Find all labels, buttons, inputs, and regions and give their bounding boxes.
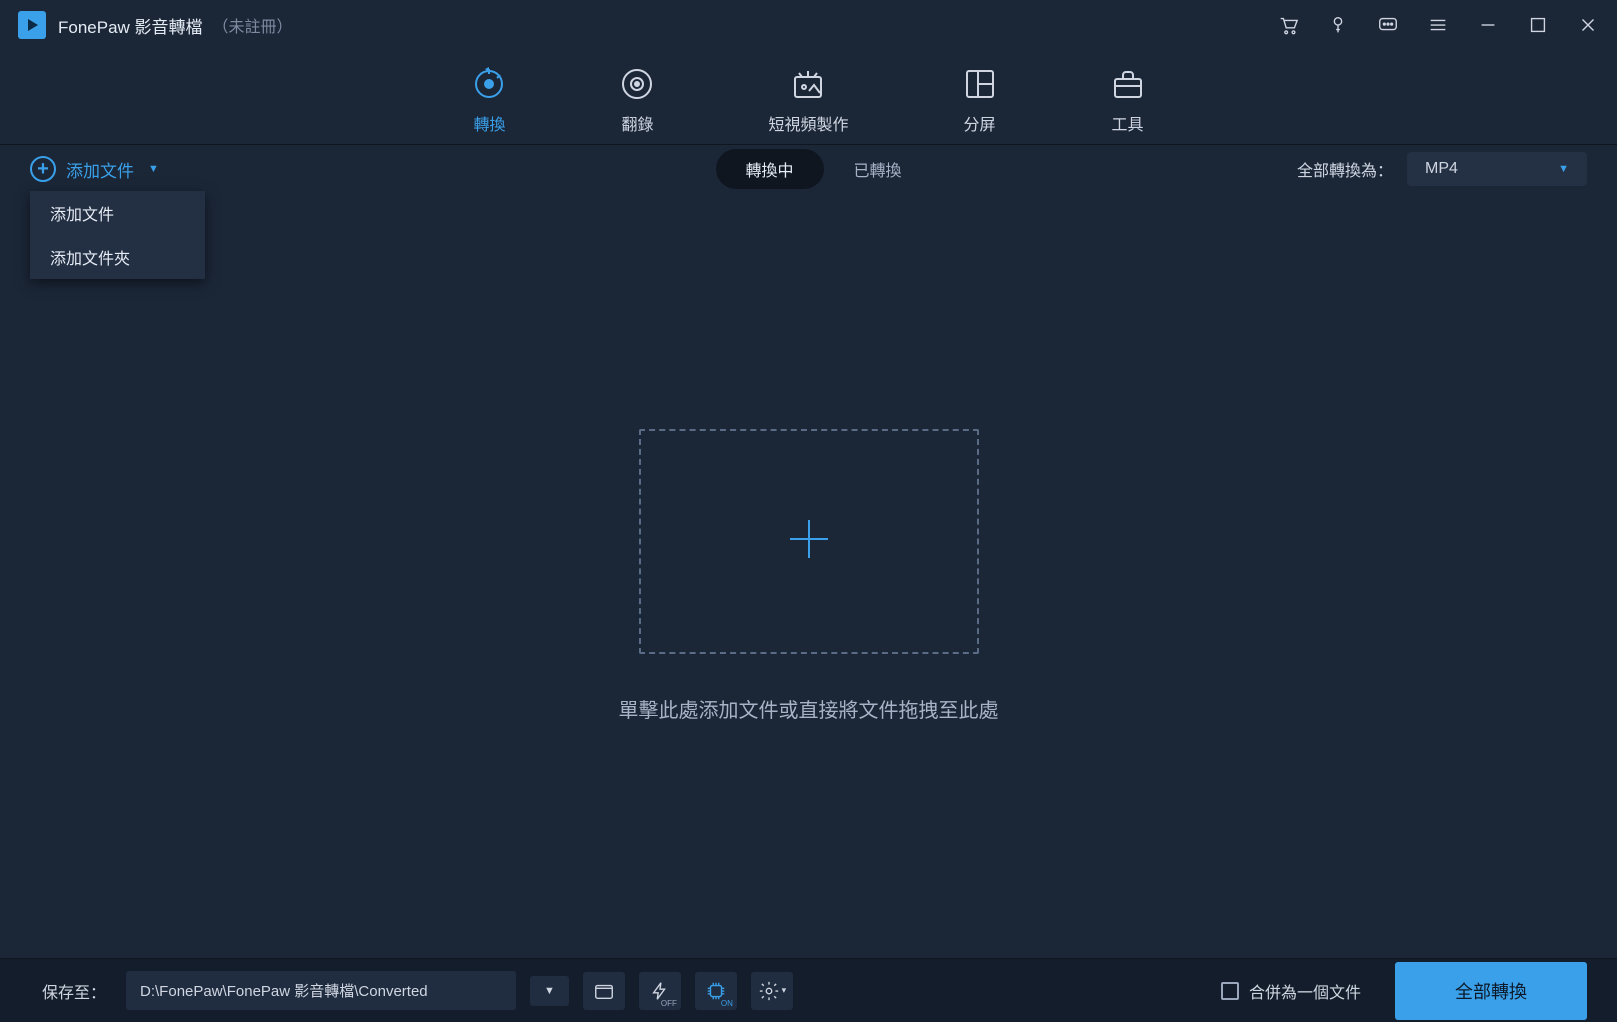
- tab-toolbox-label: 工具: [1111, 111, 1143, 135]
- tab-collage[interactable]: 分屏: [951, 59, 1009, 135]
- status-segment: 轉換中 已轉換: [715, 149, 901, 189]
- gpu-on-button[interactable]: ON: [695, 972, 737, 1010]
- add-file-label: 添加文件: [66, 157, 134, 182]
- toolbar: + 添加文件 ▼ 添加文件 添加文件夾 轉換中 已轉換 全部轉換為： MP4 ▼: [0, 145, 1617, 193]
- save-path-dropdown[interactable]: ▼: [530, 976, 569, 1006]
- tab-convert-label: 轉換: [473, 111, 505, 135]
- tab-convert[interactable]: 轉換: [460, 59, 518, 135]
- save-to-label: 保存至：: [42, 979, 106, 1003]
- bottom-bar: 保存至： D:\FonePaw\FonePaw 影音轉檔\Converted ▼…: [0, 958, 1617, 1022]
- open-folder-button[interactable]: [583, 972, 625, 1010]
- registration-status: （未註冊）: [213, 13, 293, 37]
- app-logo: [18, 11, 46, 39]
- tab-collage-label: 分屏: [963, 111, 995, 135]
- plus-circle-icon: +: [30, 156, 56, 182]
- mv-icon: [791, 67, 825, 101]
- dropdown-add-folder[interactable]: 添加文件夾: [30, 235, 205, 279]
- chevron-down-icon: ▼: [148, 163, 159, 175]
- rip-icon: [620, 67, 654, 101]
- main-nav: 轉換 翻錄 短視頻製作 分屏 工具: [0, 50, 1617, 145]
- cart-icon[interactable]: [1277, 14, 1299, 36]
- tab-mv[interactable]: 短視頻製作: [756, 59, 860, 135]
- save-path-field[interactable]: D:\FonePaw\FonePaw 影音轉檔\Converted: [126, 971, 516, 1010]
- main-area: 單擊此處添加文件或直接將文件拖拽至此處: [0, 193, 1617, 958]
- drop-hint: 單擊此處添加文件或直接將文件拖拽至此處: [619, 694, 999, 723]
- format-select[interactable]: MP4 ▼: [1407, 152, 1587, 186]
- hw-accel-off-button[interactable]: OFF: [639, 972, 681, 1010]
- chevron-down-icon: ▼: [1558, 163, 1569, 175]
- settings-button[interactable]: ▾: [751, 972, 793, 1010]
- format-label: 全部轉換為：: [1297, 157, 1393, 181]
- key-icon[interactable]: [1327, 14, 1349, 36]
- tab-rip[interactable]: 翻錄: [608, 59, 666, 135]
- toolbox-icon: [1111, 67, 1145, 101]
- tab-mv-label: 短視頻製作: [768, 111, 848, 135]
- add-file-dropdown: 添加文件 添加文件夾: [30, 191, 205, 279]
- format-group: 全部轉換為： MP4 ▼: [1297, 152, 1587, 186]
- checkbox-icon: [1221, 982, 1239, 1000]
- convert-icon: [472, 67, 506, 101]
- titlebar: FonePaw 影音轉檔 （未註冊）: [0, 0, 1617, 50]
- convert-all-button[interactable]: 全部轉換: [1395, 962, 1587, 1020]
- drop-zone[interactable]: [639, 429, 979, 654]
- close-icon[interactable]: [1577, 14, 1599, 36]
- collage-icon: [963, 67, 997, 101]
- add-file-button[interactable]: + 添加文件 ▼: [30, 156, 159, 182]
- merge-label: 合併為一個文件: [1249, 979, 1361, 1003]
- titlebar-controls: [1277, 14, 1599, 36]
- app-title: FonePaw 影音轉檔: [58, 13, 203, 38]
- tab-toolbox[interactable]: 工具: [1099, 59, 1157, 135]
- plus-icon: [784, 514, 834, 569]
- format-value: MP4: [1425, 160, 1458, 178]
- menu-icon[interactable]: [1427, 14, 1449, 36]
- segment-converted[interactable]: 已轉換: [854, 157, 902, 181]
- merge-checkbox[interactable]: 合併為一個文件: [1221, 979, 1361, 1003]
- dropdown-add-file[interactable]: 添加文件: [30, 191, 205, 235]
- feedback-icon[interactable]: [1377, 14, 1399, 36]
- tab-rip-label: 翻錄: [621, 111, 653, 135]
- segment-converting[interactable]: 轉換中: [715, 149, 823, 189]
- minimize-icon[interactable]: [1477, 14, 1499, 36]
- maximize-icon[interactable]: [1527, 14, 1549, 36]
